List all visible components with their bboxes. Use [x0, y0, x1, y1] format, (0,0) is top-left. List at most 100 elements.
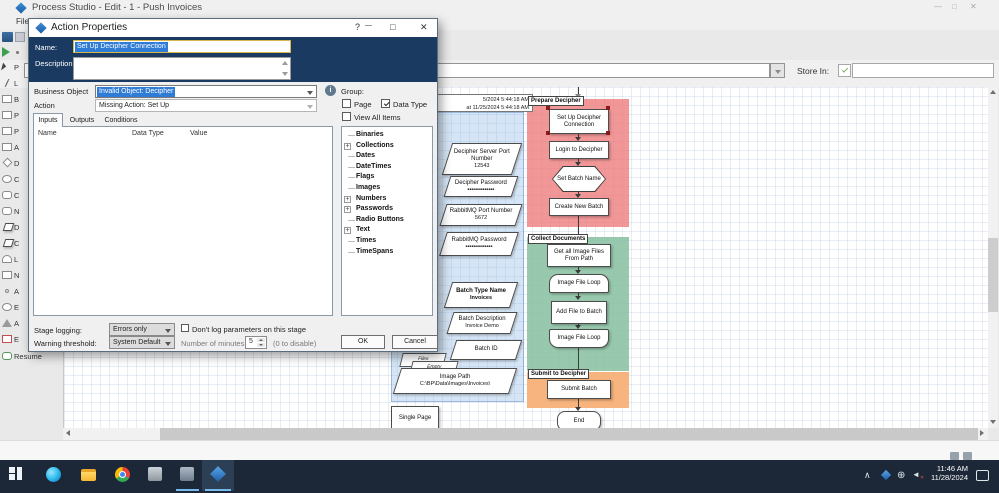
store-in-input[interactable]	[852, 63, 994, 78]
maximize-icon[interactable]: □	[390, 22, 395, 32]
selection-handle[interactable]	[606, 106, 610, 110]
active-app-indicator	[176, 489, 199, 491]
vertical-scrollbar[interactable]	[988, 87, 998, 428]
block-label[interactable]: Prepare Decipher	[528, 96, 584, 106]
app-icon[interactable]	[148, 467, 162, 481]
expand-icon[interactable]: +	[344, 206, 351, 213]
stage-single-page[interactable]: Single Page	[391, 406, 439, 428]
action-select[interactable]: Missing Action: Set Up	[95, 99, 317, 112]
tab-conditions[interactable]: Conditions	[99, 115, 143, 126]
scroll-down-icon[interactable]	[990, 420, 996, 424]
page-checkbox[interactable]	[342, 99, 351, 108]
data-item-decipher-server-port[interactable]: Decipher Server Port Number12543	[442, 143, 522, 175]
stage-logging-select[interactable]: Errors only	[109, 323, 175, 336]
stage-submit-batch[interactable]: Submit Batch	[547, 380, 611, 399]
save-icon[interactable]	[2, 32, 13, 42]
chrome-icon[interactable]	[115, 467, 130, 482]
info-icon[interactable]: i	[325, 85, 336, 96]
horizontal-scrollbar[interactable]	[63, 428, 988, 440]
window-maximize-icon[interactable]: □	[952, 2, 957, 11]
window-close-icon[interactable]: ✕	[970, 2, 977, 11]
warning-threshold-select[interactable]: System Default	[109, 336, 175, 349]
taskbar: ∧ ⊕ ◄ ✕ 11:46 AM 11/28/2024	[0, 460, 999, 493]
menu-file[interactable]: File	[16, 17, 29, 26]
notifications-icon[interactable]	[976, 470, 989, 481]
column-value: Value	[190, 130, 207, 137]
data-item-batch-description[interactable]: Batch DescriptionInvoice Demo	[446, 312, 517, 334]
stage-create-new-batch[interactable]: Create New Batch	[549, 198, 609, 216]
stage-end[interactable]: End	[557, 411, 601, 428]
scroll-left-icon[interactable]	[66, 430, 70, 436]
data-item-rabbitmq-password[interactable]: RabbitMQ Password••••••••••••••	[439, 232, 519, 256]
stepper-up-icon[interactable]	[257, 338, 265, 342]
block-label[interactable]: Collect Documents	[528, 234, 588, 244]
data-item-batch-type-name[interactable]: Batch Type NameInvoices	[444, 282, 518, 308]
scroll-down-icon[interactable]	[282, 72, 288, 76]
data-item-batch-id[interactable]: Batch ID	[450, 340, 522, 360]
link-icon	[2, 79, 12, 87]
action-label: Action	[34, 101, 55, 110]
scroll-up-icon[interactable]	[282, 61, 288, 65]
window-titlebar: Process Studio - Edit - 1 - Push Invoice…	[0, 0, 999, 16]
name-input[interactable]: Set Up Decipher Connection	[73, 40, 291, 53]
description-input[interactable]	[73, 57, 291, 80]
minimize-icon[interactable]: —	[365, 22, 372, 29]
tab-inputs[interactable]: Inputs	[33, 113, 63, 127]
stage-login-to-decipher[interactable]: Login to Decipher	[549, 141, 609, 159]
help-icon[interactable]: ?	[355, 22, 360, 32]
close-icon[interactable]: ✕	[420, 22, 428, 33]
data-item-image-path[interactable]: Image PathC:\BP\Data\Images\Invoices\	[393, 368, 517, 394]
decision-icon	[3, 158, 13, 168]
horizontal-scroll-thumb[interactable]	[160, 428, 978, 440]
app-icon[interactable]	[180, 467, 194, 481]
tab-outputs[interactable]: Outputs	[65, 115, 99, 126]
exception-icon	[2, 335, 12, 343]
data-item-rabbitmq-port[interactable]: RabbitMQ Port Number5672	[439, 204, 522, 226]
stage-image-file-loop-start[interactable]: Image File Loop	[549, 274, 609, 293]
tray-chevron-icon[interactable]: ∧	[864, 470, 871, 481]
edge-icon[interactable]	[46, 467, 61, 482]
ok-button[interactable]: OK	[341, 335, 385, 349]
expand-icon[interactable]: +	[344, 143, 351, 150]
view-all-items-label: View All Items	[354, 113, 401, 122]
selection-handle[interactable]	[546, 106, 550, 110]
expression-dropdown-button[interactable]	[770, 63, 785, 78]
toolbar-dot-icon	[16, 51, 19, 54]
block-label[interactable]: Submit to Decipher	[528, 369, 589, 379]
network-icon[interactable]: ⊕	[897, 470, 905, 481]
play-icon[interactable]	[2, 47, 10, 57]
view-all-items-checkbox[interactable]	[342, 112, 351, 121]
scroll-up-icon[interactable]	[990, 90, 996, 94]
selection-handle[interactable]	[606, 131, 610, 135]
expand-icon[interactable]: +	[344, 227, 351, 234]
toolbar-icon[interactable]	[15, 32, 25, 42]
name-label: Name:	[35, 43, 57, 52]
cancel-button[interactable]: Cancel	[392, 335, 438, 349]
multi-calc-icon	[2, 207, 12, 215]
datatype-checkbox[interactable]	[381, 99, 390, 108]
stage-add-file-to-batch[interactable]: Add File to Batch	[551, 301, 607, 324]
parameters-table[interactable]: Name Data Type Value	[33, 126, 333, 316]
clock[interactable]: 11:46 AM 11/28/2024	[922, 464, 968, 482]
speaker-icon[interactable]: ◄	[912, 470, 920, 479]
business-object-select[interactable]: Invalid Object: Decipher	[95, 85, 317, 98]
selection-handle[interactable]	[546, 131, 550, 135]
data-type-tree[interactable]: Binaries +Collections Dates DateTimes Fl…	[341, 126, 433, 316]
data-item-decipher-password[interactable]: Decipher Password••••••••••••••	[444, 176, 519, 197]
stage-image-file-loop-end[interactable]: Image File Loop	[549, 329, 609, 348]
window-minimize-icon[interactable]: —	[934, 2, 942, 11]
stage-get-all-image-files[interactable]: Get all Image Files From Path	[547, 244, 611, 267]
stage-set-batch-name[interactable]: Set Batch Name	[552, 166, 606, 192]
start-button-icon[interactable]	[17, 467, 23, 480]
dont-log-checkbox[interactable]	[181, 324, 189, 332]
minutes-stepper[interactable]: 5	[245, 336, 267, 349]
scroll-right-icon[interactable]	[980, 430, 984, 436]
stage-set-up-decipher-connection[interactable]: Set Up Decipher Connection	[549, 109, 609, 134]
stepper-down-icon[interactable]	[257, 343, 265, 347]
vertical-scroll-thumb[interactable]	[988, 238, 998, 312]
tray-blue-prism-icon[interactable]	[881, 470, 891, 480]
expand-icon[interactable]: +	[344, 196, 351, 203]
dialog-titlebar: Action Properties ? — □ ✕	[29, 19, 437, 37]
file-explorer-icon[interactable]	[81, 469, 96, 481]
stage-logging-label: Stage logging:	[34, 326, 82, 335]
